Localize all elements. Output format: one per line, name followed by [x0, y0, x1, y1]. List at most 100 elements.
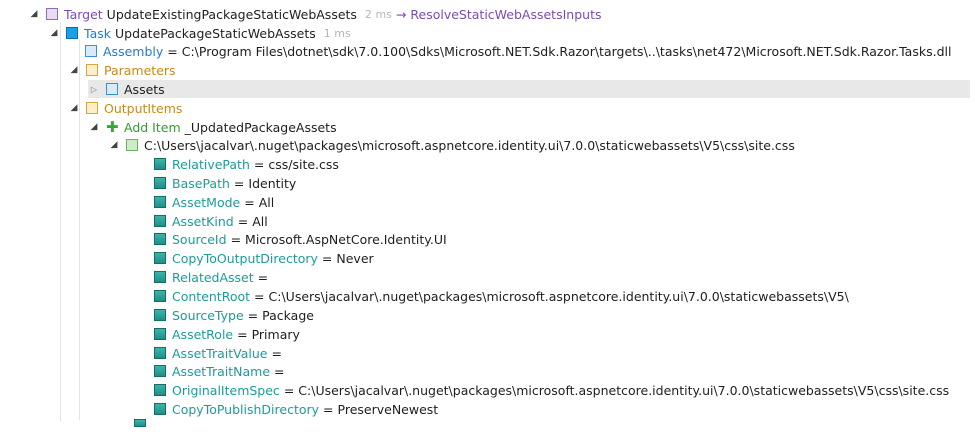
metadata-icon	[154, 271, 166, 283]
metadata-icon	[154, 290, 166, 302]
assembly-value: C:\Program Files\dotnet\sdk\7.0.100\Sdks…	[181, 43, 952, 59]
item-path: C:\Users\jacalvar\.nuget\packages\micros…	[144, 137, 795, 153]
metadata-icon	[154, 215, 166, 227]
metadata-value: Package	[262, 307, 314, 323]
metadata-icon	[154, 384, 166, 396]
metadata-icon	[154, 177, 166, 189]
metadata-row[interactable]: CopyToOutputDirectory = Never	[148, 249, 374, 267]
tree-row-target[interactable]: ◢ Target UpdateExistingPackageStaticWebA…	[28, 5, 602, 23]
metadata-row[interactable]: AssetTraitValue =	[148, 344, 286, 362]
tree-row-task[interactable]: ◢ Task UpdatePackageStaticWebAssets 1 ms	[48, 24, 351, 42]
metadata-row[interactable]: AssetRole = Primary	[148, 325, 300, 343]
task-name: UpdatePackageStaticWebAssets	[114, 25, 316, 41]
metadata-row[interactable]: RelativePath = css/site.css	[148, 155, 339, 173]
metadata-key: CopyToOutputDirectory	[172, 250, 318, 266]
metadata-icon	[154, 365, 166, 377]
metadata-key: RelativePath	[172, 156, 250, 172]
expanded-triangle-icon[interactable]: ◢	[88, 122, 100, 132]
tree-row-assembly[interactable]: Assembly = C:\Program Files\dotnet\sdk\7…	[79, 42, 951, 60]
task-icon	[66, 27, 78, 39]
metadata-value: Never	[336, 250, 374, 266]
metadata-row[interactable]: SourceId = Microsoft.AspNetCore.Identity.U…	[148, 230, 447, 248]
assembly-label: Assembly	[103, 43, 164, 59]
metadata-row[interactable]: AssetTraitName =	[148, 362, 289, 380]
metadata-value: Identity	[248, 175, 297, 191]
metadata-row[interactable]: SourceType = Package	[148, 306, 314, 324]
metadata-key: AssetKind	[172, 213, 234, 229]
equals-sign: =	[237, 326, 248, 342]
metadata-value: Primary	[251, 326, 300, 342]
add-item-label: Add Item	[124, 119, 181, 135]
equals-sign: =	[257, 269, 269, 285]
metadata-value: All	[252, 213, 268, 229]
equals-sign: =	[274, 363, 285, 379]
metadata-key: SourceType	[172, 307, 244, 323]
metadata-row[interactable]: CopyToPublishDirectory = PreserveNewest	[148, 400, 438, 418]
metadata-row[interactable]: ContentRoot = C:\Users\jacalvar\.nuget\pac…	[148, 287, 849, 305]
metadata-icon	[154, 328, 166, 340]
add-plus-icon: ✚	[106, 118, 119, 136]
tree-row-item[interactable]: ◢ C:\Users\jacalvar\.nuget\packages\micr…	[108, 136, 795, 154]
collapsed-triangle-icon[interactable]: ▷	[88, 85, 100, 94]
tree-row-partial	[128, 414, 152, 432]
metadata-value: css/site.css	[268, 156, 339, 172]
metadata-icon	[134, 419, 146, 427]
tree-guide-line	[79, 40, 80, 420]
metadata-value: All	[258, 194, 275, 210]
equals-sign: =	[271, 345, 282, 361]
dependency-arrow: →	[395, 6, 407, 22]
metadata-row[interactable]: OriginalItemSpec = C:\Users\jacalvar\.nuge…	[148, 381, 949, 399]
metadata-value: Microsoft.AspNetCore.Identity.UI	[245, 231, 447, 247]
metadata-value: PreserveNewest	[337, 401, 439, 417]
tree-row-add-item[interactable]: ◢ ✚ Add Item _UpdatedPackageAssets	[88, 118, 337, 136]
tree-guide-line	[60, 22, 61, 422]
tree-row-parameters[interactable]: ◢ Parameters	[68, 61, 176, 79]
metadata-icon	[154, 196, 166, 208]
metadata-key: SourceId	[172, 231, 227, 247]
expanded-triangle-icon[interactable]: ◢	[108, 140, 120, 150]
metadata-row[interactable]: AssetMode = All	[148, 193, 274, 211]
equals-sign: =	[167, 43, 178, 59]
equals-sign: =	[323, 401, 334, 417]
equals-sign: =	[237, 213, 249, 229]
target-name: UpdateExistingPackageStaticWebAssets	[106, 6, 357, 22]
folder-icon	[86, 64, 98, 76]
expanded-triangle-icon[interactable]: ◢	[28, 9, 40, 19]
target-depends-on: ResolveStaticWebAssetsInputs	[410, 6, 602, 22]
equals-sign: =	[247, 307, 259, 323]
equals-sign: =	[254, 288, 265, 304]
item-icon	[126, 139, 138, 151]
metadata-key: AssetTraitName	[172, 363, 271, 379]
metadata-key: BasePath	[172, 175, 230, 191]
equals-sign: =	[230, 231, 242, 247]
metadata-row[interactable]: AssetKind = All	[148, 212, 268, 230]
expanded-triangle-icon[interactable]: ◢	[68, 103, 80, 113]
metadata-icon	[154, 252, 166, 264]
metadata-key: AssetMode	[172, 194, 241, 210]
folder-icon	[86, 102, 98, 114]
expanded-triangle-icon[interactable]: ◢	[68, 65, 80, 75]
metadata-icon	[154, 233, 166, 245]
target-kind: Target	[64, 6, 103, 22]
assets-label: Assets	[124, 81, 165, 97]
metadata-icon	[154, 158, 166, 170]
output-items-label: OutputItems	[104, 100, 183, 116]
target-duration: 2 ms	[364, 7, 392, 21]
add-item-name: _UpdatedPackageAssets	[184, 119, 337, 135]
expanded-triangle-icon[interactable]: ◢	[48, 28, 60, 38]
parameters-label: Parameters	[104, 62, 176, 78]
property-icon	[85, 45, 97, 57]
tree-row-output-items[interactable]: ◢ OutputItems	[68, 99, 183, 117]
metadata-value: C:\Users\jacalvar\.nuget\packages\micros…	[268, 288, 849, 304]
metadata-row[interactable]: RelatedAsset =	[148, 268, 272, 286]
metadata-icon	[154, 347, 166, 359]
metadata-key: OriginalItemSpec	[172, 382, 280, 398]
metadata-key: RelatedAsset	[172, 269, 254, 285]
metadata-value: C:\Users\jacalvar\.nuget\packages\micros…	[298, 382, 950, 398]
metadata-icon	[154, 403, 166, 415]
metadata-row[interactable]: BasePath = Identity	[148, 174, 296, 192]
metadata-key: ContentRoot	[172, 288, 251, 304]
metadata-key: AssetRole	[172, 326, 234, 342]
tree-row-assets[interactable]: ▷ Assets	[88, 80, 970, 98]
task-duration: 1 ms	[323, 26, 351, 40]
